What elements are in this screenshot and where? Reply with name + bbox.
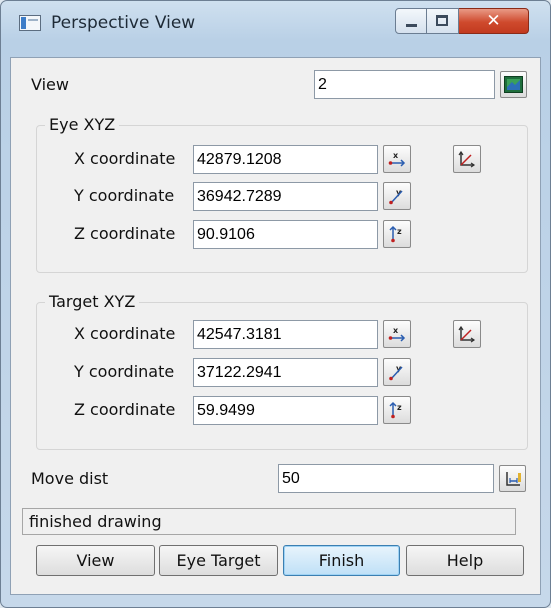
close-button[interactable]: ✕	[459, 8, 529, 34]
view-button-bottom[interactable]: View	[36, 545, 155, 576]
target-z-input[interactable]	[193, 396, 378, 425]
target-y-label: Y coordinate	[74, 362, 175, 381]
move-dist-button[interactable]	[499, 465, 526, 492]
svg-text:z: z	[397, 227, 402, 236]
svg-text:z: z	[397, 403, 402, 412]
eye-y-input[interactable]	[193, 182, 378, 211]
target-x-pick-button[interactable]: x	[383, 320, 411, 348]
eye-x-label: X coordinate	[74, 149, 176, 168]
maximize-icon	[436, 15, 448, 26]
eye-x-input[interactable]	[193, 145, 378, 174]
z-coordinate-icon: z	[389, 225, 402, 243]
help-button[interactable]: Help	[406, 545, 524, 576]
target-y-input[interactable]	[193, 358, 378, 387]
move-dist-label: Move dist	[31, 469, 109, 488]
window-app-icon	[19, 15, 41, 31]
target-z-pick-button[interactable]: z	[383, 396, 411, 424]
z-coordinate-icon: z	[389, 401, 402, 419]
eye-z-input[interactable]	[193, 220, 378, 249]
target-pick-point-button[interactable]	[453, 320, 481, 348]
window-title: Perspective View	[51, 13, 196, 33]
svg-text:x: x	[393, 151, 399, 160]
measure-distance-icon	[505, 471, 521, 486]
target-xyz-group-title: Target XYZ	[45, 292, 140, 311]
eye-y-pick-button[interactable]: y	[383, 182, 411, 210]
move-dist-input[interactable]	[278, 464, 494, 493]
minimize-button[interactable]	[395, 8, 427, 34]
close-icon: ✕	[486, 11, 501, 31]
finish-button[interactable]: Finish	[283, 545, 400, 576]
y-coordinate-icon: y	[389, 188, 403, 205]
view-button[interactable]	[500, 71, 527, 98]
y-coordinate-icon: y	[389, 364, 403, 381]
eye-x-pick-button[interactable]: x	[383, 145, 411, 173]
eye-z-label: Z coordinate	[74, 224, 176, 243]
svg-text:x: x	[393, 326, 399, 335]
pick-point-icon	[458, 325, 476, 343]
view-label: View	[31, 75, 69, 94]
title-bar[interactable]: Perspective View ✕	[1, 1, 551, 49]
eye-y-label: Y coordinate	[74, 186, 175, 205]
eye-z-pick-button[interactable]: z	[383, 220, 411, 248]
pick-point-icon	[458, 150, 476, 168]
target-y-pick-button[interactable]: y	[383, 358, 411, 386]
view-input[interactable]	[314, 70, 495, 99]
view-picture-icon	[504, 76, 523, 93]
x-coordinate-icon: x	[388, 326, 406, 342]
target-x-label: X coordinate	[74, 324, 176, 343]
eye-pick-point-button[interactable]	[453, 145, 481, 173]
eye-target-button[interactable]: Eye Target	[159, 545, 278, 576]
target-x-input[interactable]	[193, 320, 378, 349]
x-coordinate-icon: x	[388, 151, 406, 167]
minimize-icon	[406, 24, 417, 27]
maximize-button[interactable]	[427, 8, 459, 34]
target-z-label: Z coordinate	[74, 400, 176, 419]
status-bar: finished drawing	[22, 508, 516, 535]
eye-xyz-group-title: Eye XYZ	[45, 115, 120, 134]
